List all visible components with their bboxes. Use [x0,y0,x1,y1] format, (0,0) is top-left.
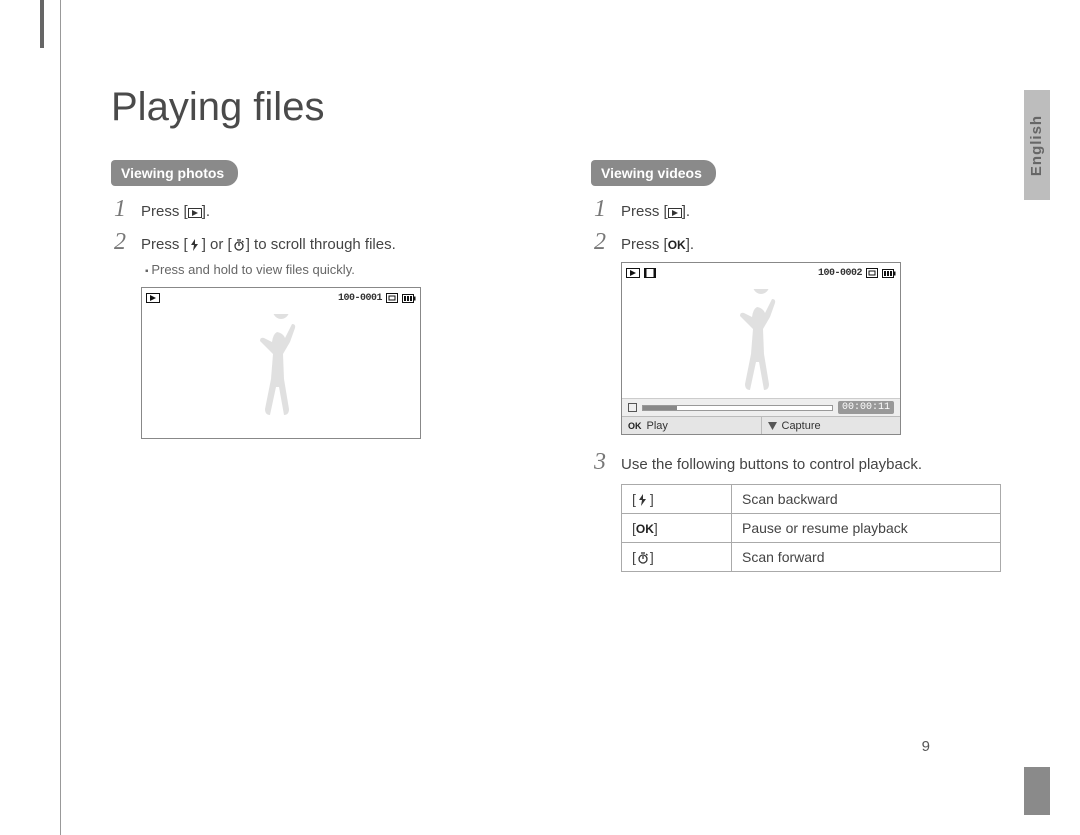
progress-track [642,405,833,411]
text-fragment: ] or [ [202,236,232,253]
content-columns: Viewing photos 1 Press []. 2 Press [ ] or… [111,160,1050,572]
page-number: 9 [922,738,930,755]
step-row: 1 Press []. [591,196,1031,223]
lcd-screenshot-photo: 100-0001 [141,287,421,439]
key-cell: [OK] [622,514,732,543]
bottom-label-capture: Capture [782,420,821,432]
text-fragment: ]. [686,236,694,253]
ok-label: OK [636,522,654,536]
step-row: 3 Use the following buttons to control p… [591,449,1031,476]
section-heading-photos: Viewing photos [111,160,238,186]
column-videos: Viewing videos 1 Press []. 2 Press [OK]. [591,160,1031,572]
text-fragment: Press [ [621,203,668,220]
bottom-label-play: Play [647,420,668,432]
action-cell: Pause or resume playback [732,514,1001,543]
action-cell: Scan backward [732,485,1001,514]
file-counter: 100-0001 [338,293,382,304]
lcd-body [142,308,420,438]
step-text: Press []. [621,201,1031,222]
lcd-topbar: 100-0001 [142,288,420,308]
text-fragment: Press [ [621,236,668,253]
key-cell: [] [622,485,732,514]
step-number: 2 [591,229,609,256]
page-top-rule [40,0,44,48]
battery-icon [882,269,896,278]
playback-icon [188,207,202,219]
memory-icon [866,268,878,278]
lcd-screenshot-video: 100-0002 00:00:11 O [621,262,901,435]
text-fragment: ] to scroll through files. [246,236,396,253]
manual-page: Playing files Viewing photos 1 Press [].… [60,0,1050,835]
timer-icon [232,239,246,251]
lcd-bottombar: OK Play Capture [622,416,900,434]
page-title: Playing files [111,85,1050,130]
playback-icon [626,268,640,278]
page-edge-marker [1024,767,1050,815]
key-cell: [] [622,543,732,572]
timer-icon [636,552,650,564]
battery-icon [402,294,416,303]
playback-controls-table: [] Scan backward [OK] Pause or resume pl… [621,484,1001,572]
step-number: 1 [591,196,609,223]
ok-label: OK [668,238,686,252]
step-row: 2 Press [OK]. [591,229,1031,256]
step-text: Press [OK]. [621,234,1031,255]
progress-fill [643,406,677,410]
playback-icon [668,207,682,219]
playback-icon [146,293,160,303]
lcd-body [622,283,900,398]
ok-label: OK [628,421,642,431]
step-note: Press and hold to view files quickly. [145,262,551,277]
timecode: 00:00:11 [838,401,894,414]
person-silhouette [721,289,801,404]
lcd-topbar: 100-0002 [622,263,900,283]
text-fragment: Press [ [141,203,188,220]
file-counter: 100-0002 [818,268,862,279]
step-text: Press [ ] or [ ] to scroll through files. [141,234,551,255]
column-photos: Viewing photos 1 Press []. 2 Press [ ] or… [111,160,551,572]
step-number: 1 [111,196,129,223]
flash-icon [636,494,650,506]
language-tab: English [1024,90,1050,200]
text-fragment: ]. [682,203,690,220]
step-row: 1 Press []. [111,196,551,223]
step-number: 3 [591,449,609,476]
person-silhouette [241,314,321,429]
text-fragment: Press [ [141,236,188,253]
text-fragment: ]. [202,203,210,220]
down-arrow-icon [768,422,777,430]
action-cell: Scan forward [732,543,1001,572]
table-row: [] Scan forward [622,543,1001,572]
stop-icon [628,403,637,412]
step-text: Press []. [141,201,551,222]
memory-icon [386,293,398,303]
step-row: 2 Press [ ] or [ ] to scroll through files… [111,229,551,256]
section-heading-videos: Viewing videos [591,160,716,186]
language-label: English [1029,114,1046,175]
step-number: 2 [111,229,129,256]
video-file-icon [644,268,656,278]
table-row: [OK] Pause or resume playback [622,514,1001,543]
step-text: Use the following buttons to control pla… [621,454,1031,475]
flash-icon [188,239,202,251]
table-row: [] Scan backward [622,485,1001,514]
